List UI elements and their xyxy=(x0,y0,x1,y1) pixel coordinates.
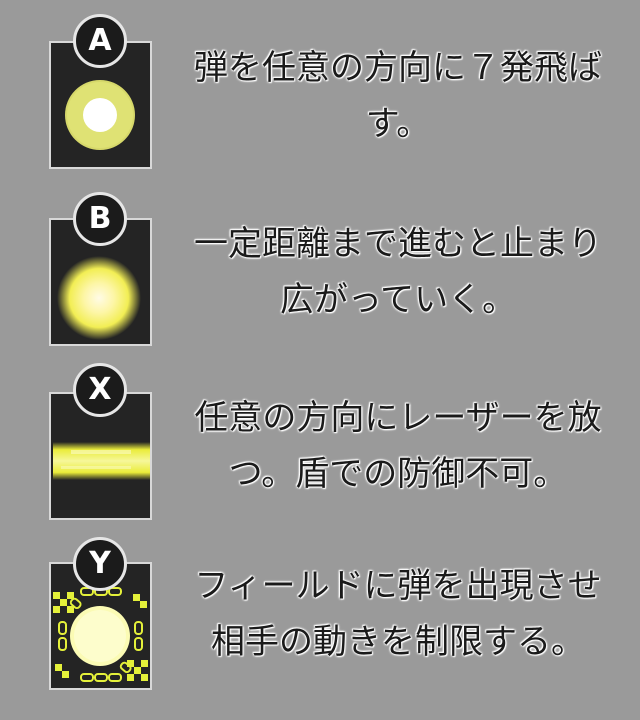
ability-description-a: 弾を任意の方向に７発飛ば す。 xyxy=(158,40,638,152)
ability-row-x: X 任意の方向にレーザーを放 つ。盾での防御不可。 xyxy=(0,360,640,530)
ability-description-b: 一定距離まで進むと止まり 広がっていく。 xyxy=(158,216,638,328)
description-line: つ。盾での防御不可。 xyxy=(228,454,568,494)
ability-row-y: Y フィールドに弾を出現させ 相手の動きを制限する。 xyxy=(0,537,640,710)
button-badge-y: Y xyxy=(73,537,127,591)
button-badge-b: B xyxy=(73,192,127,246)
button-badge-a: A xyxy=(73,14,127,68)
description-line: 広がっていく。 xyxy=(279,280,517,320)
ability-description-y: フィールドに弾を出現させ 相手の動きを制限する。 xyxy=(158,558,638,670)
description-line: 相手の動きを制限する。 xyxy=(211,622,585,662)
ability-description-x: 任意の方向にレーザーを放 つ。盾での防御不可。 xyxy=(158,390,638,502)
description-line: 任意の方向にレーザーを放 xyxy=(194,398,602,438)
ability-row-b: B 一定距離まで進むと止まり 広がっていく。 xyxy=(0,180,640,350)
description-line: 一定距離まで進むと止まり xyxy=(194,224,602,264)
description-line: フィールドに弾を出現させ xyxy=(194,566,602,606)
description-line: 弾を任意の方向に７発飛ば xyxy=(194,48,602,88)
button-badge-x: X xyxy=(73,363,127,417)
ability-row-a: A 弾を任意の方向に７発飛ば す。 xyxy=(0,0,640,170)
description-line: す。 xyxy=(365,104,431,144)
